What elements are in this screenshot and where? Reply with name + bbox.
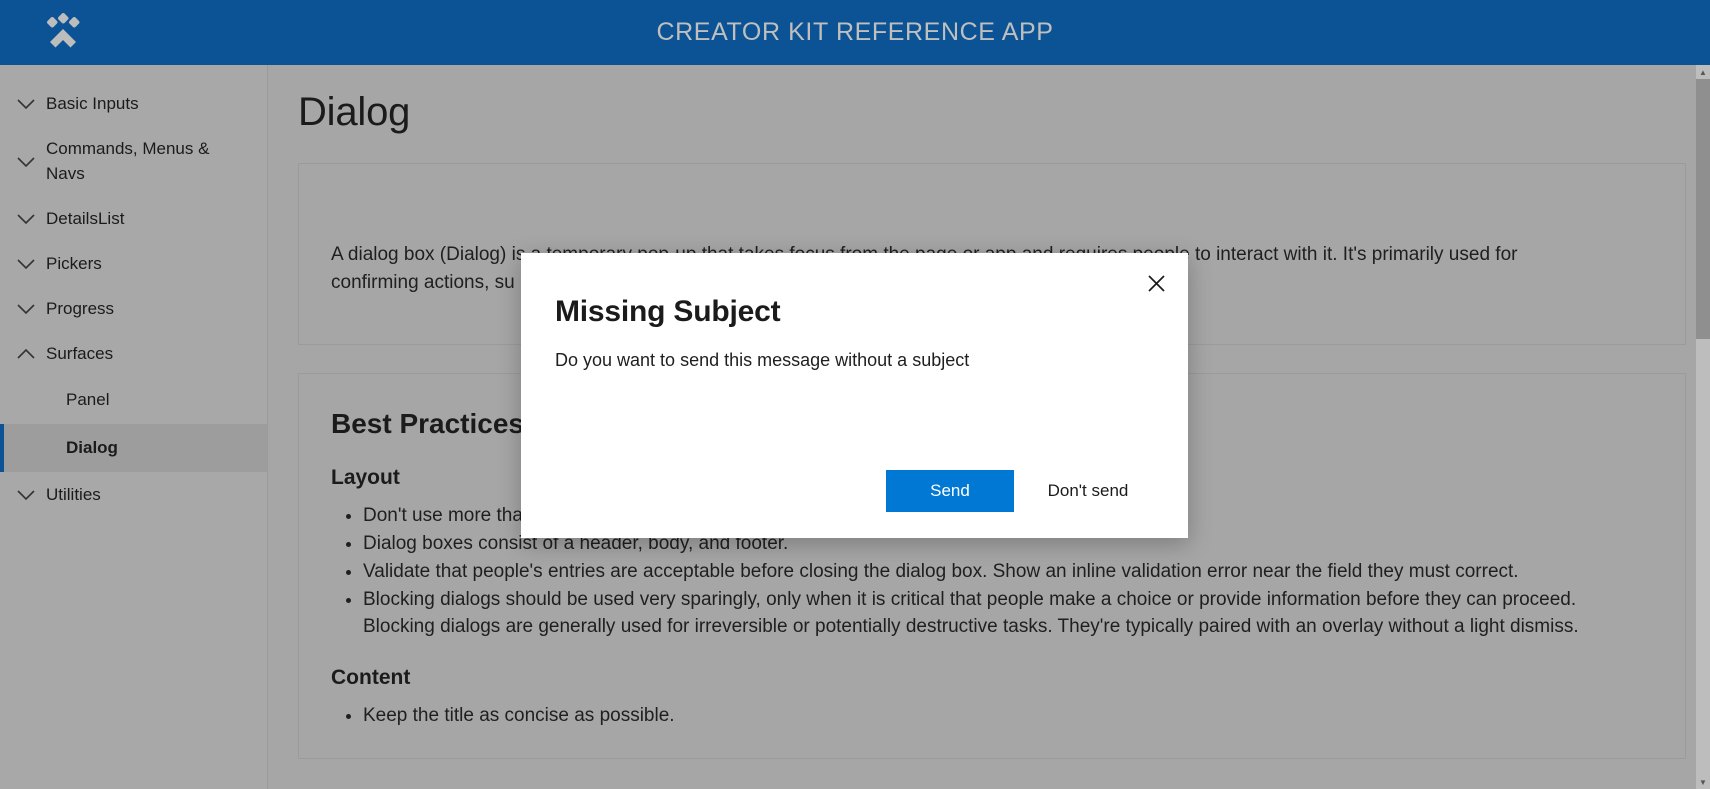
sidebar-nav: Basic Inputs Commands, Menus & Navs Deta… xyxy=(0,65,268,789)
sidebar-item-utilities[interactable]: Utilities xyxy=(0,472,267,517)
page-title: Dialog xyxy=(298,90,411,134)
sidebar-item-basic-inputs[interactable]: Basic Inputs xyxy=(0,81,267,126)
dialog-title: Missing Subject xyxy=(555,295,781,328)
sidebar-item-surfaces[interactable]: Surfaces xyxy=(0,331,267,376)
content-heading: Content xyxy=(331,666,411,689)
chevron-down-icon xyxy=(12,484,40,506)
sidebar-child-label: Dialog xyxy=(66,438,118,457)
scroll-down-arrow-icon[interactable]: ▼ xyxy=(1696,775,1710,789)
dont-send-button[interactable]: Don't send xyxy=(1024,470,1152,512)
sidebar-child-label: Panel xyxy=(66,390,110,409)
close-icon[interactable] xyxy=(1136,265,1176,301)
sidebar-item-progress[interactable]: Progress xyxy=(0,286,267,331)
sidebar-item-label: Progress xyxy=(46,299,115,318)
paw-logo-icon xyxy=(42,12,84,52)
dialog-footer: Send Don't send xyxy=(521,470,1188,512)
sidebar-item-label: Surfaces xyxy=(46,344,114,363)
app-title: CREATOR KIT REFERENCE APP xyxy=(656,18,1054,46)
sidebar-item-commands-menus-navs[interactable]: Commands, Menus & Navs xyxy=(0,126,267,196)
chevron-up-icon xyxy=(12,343,40,365)
list-item: Blocking dialogs should be used very spa… xyxy=(363,586,1593,640)
send-button[interactable]: Send xyxy=(886,470,1014,512)
sidebar-item-pickers[interactable]: Pickers xyxy=(0,241,267,286)
chevron-down-icon xyxy=(12,151,40,173)
sidebar-item-label: DetailsList xyxy=(46,209,125,228)
sidebar-item-label: Commands, Menus & Navs xyxy=(46,139,210,183)
content-bullet-list: Keep the title as concise as possible. xyxy=(335,702,1653,729)
scroll-up-arrow-icon[interactable]: ▲ xyxy=(1696,65,1710,79)
sidebar-item-label: Pickers xyxy=(46,254,102,273)
chevron-down-icon xyxy=(12,93,40,115)
chevron-down-icon xyxy=(12,253,40,275)
app-root: CREATOR KIT REFERENCE APP Basic Inputs C… xyxy=(0,0,1710,789)
chevron-down-icon xyxy=(12,208,40,230)
sidebar-item-detailslist[interactable]: DetailsList xyxy=(0,196,267,241)
sidebar-item-label: Utilities xyxy=(46,485,101,504)
scrollbar-thumb[interactable] xyxy=(1696,79,1710,339)
vertical-scrollbar[interactable]: ▲ ▼ xyxy=(1696,65,1710,789)
app-header: CREATOR KIT REFERENCE APP xyxy=(0,0,1710,65)
list-item: Validate that people's entries are accep… xyxy=(363,558,1593,585)
missing-subject-dialog: Missing Subject Do you want to send this… xyxy=(521,253,1188,538)
sidebar-item-label: Basic Inputs xyxy=(46,94,139,113)
list-item: Keep the title as concise as possible. xyxy=(363,702,1593,729)
dialog-body: Missing Subject Do you want to send this… xyxy=(521,253,1188,373)
chevron-down-icon xyxy=(12,298,40,320)
sidebar-item-dialog[interactable]: Dialog xyxy=(0,424,267,472)
dialog-subtext: Do you want to send this message without… xyxy=(555,350,970,370)
sidebar-item-panel[interactable]: Panel xyxy=(0,376,267,424)
